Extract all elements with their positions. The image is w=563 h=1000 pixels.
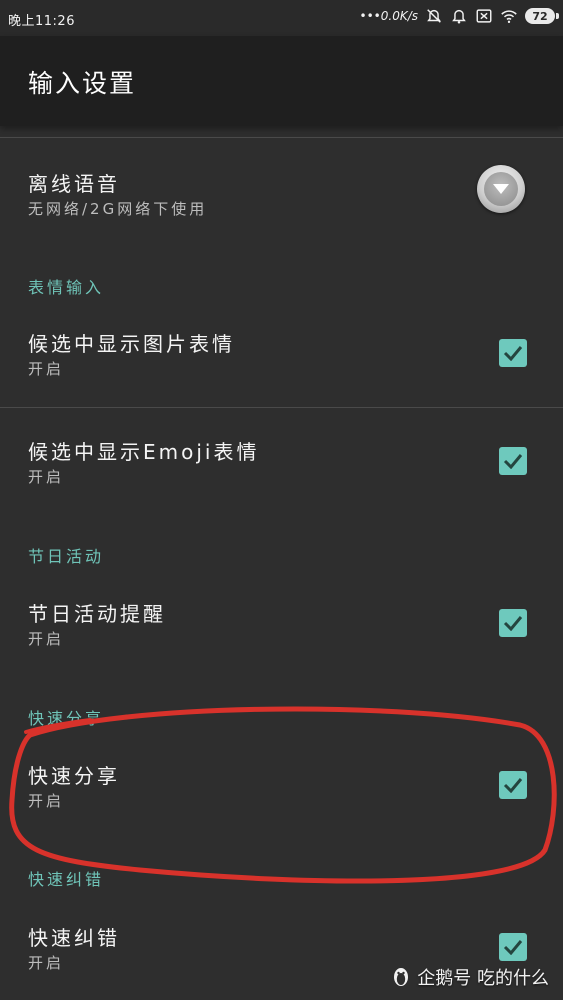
setting-show-emoji[interactable]: 候选中显示Emoji表情 开启 (0, 420, 563, 510)
setting-summary: 开启 (28, 954, 65, 972)
checkmark-icon (503, 778, 523, 793)
setting-summary: 开启 (28, 792, 65, 810)
setting-label: 快速分享 (28, 764, 120, 788)
setting-summary: 无网络/2G网络下使用 (28, 200, 208, 218)
wifi-icon (501, 10, 517, 24)
status-bar: 晚上11:26 •••0.0K/s 72 (0, 0, 563, 36)
checkbox[interactable] (499, 447, 527, 475)
checkmark-icon (503, 454, 523, 469)
watermark-text: 企鹅号 吃的什么 (417, 968, 549, 989)
setting-show-image-emoticons[interactable]: 候选中显示图片表情 开启 (0, 312, 563, 402)
checkmark-icon (503, 616, 523, 631)
checkbox[interactable] (499, 339, 527, 367)
close-box-icon (476, 9, 492, 23)
checkbox[interactable] (499, 771, 527, 799)
divider (0, 407, 563, 408)
checkmark-icon (503, 940, 523, 955)
section-header-quick-share: 快速分享 (28, 709, 105, 728)
setting-holiday-reminder[interactable]: 节日活动提醒 开启 (0, 582, 563, 672)
app-title-bar: 输入设置 (0, 36, 563, 126)
watermark: 企鹅号 吃的什么 (391, 964, 549, 990)
setting-quick-share[interactable]: 快速分享 开启 (0, 744, 563, 834)
setting-summary: 开启 (28, 630, 65, 648)
bell-icon (452, 9, 466, 24)
setting-label: 候选中显示图片表情 (28, 332, 235, 356)
penguin-icon (394, 968, 409, 986)
divider (0, 137, 563, 138)
checkbox[interactable] (499, 609, 527, 637)
section-header-holiday-events: 节日活动 (28, 547, 105, 566)
status-icons: •••0.0K/s 72 (359, 7, 559, 25)
checkbox[interactable] (499, 933, 527, 961)
network-speed: •••0.0K/s (359, 9, 418, 23)
dropdown-button[interactable] (477, 165, 525, 213)
setting-label: 节日活动提醒 (28, 602, 166, 626)
setting-label: 候选中显示Emoji表情 (28, 440, 260, 464)
chevron-down-icon (493, 184, 509, 194)
alarm-off-icon (427, 9, 441, 23)
setting-summary: 开启 (28, 468, 65, 486)
setting-offline-voice[interactable]: 离线语音 无网络/2G网络下使用 (0, 150, 563, 250)
setting-label: 离线语音 (28, 172, 120, 196)
battery-icon: 72 (525, 8, 559, 24)
checkmark-icon (503, 346, 523, 361)
setting-label: 快速纠错 (28, 926, 120, 950)
status-time: 晚上11:26 (8, 14, 75, 29)
page-title: 输入设置 (28, 69, 137, 98)
setting-summary: 开启 (28, 360, 65, 378)
section-header-quick-correction: 快速纠错 (28, 870, 105, 889)
section-header-emoticon-input: 表情输入 (28, 278, 105, 297)
